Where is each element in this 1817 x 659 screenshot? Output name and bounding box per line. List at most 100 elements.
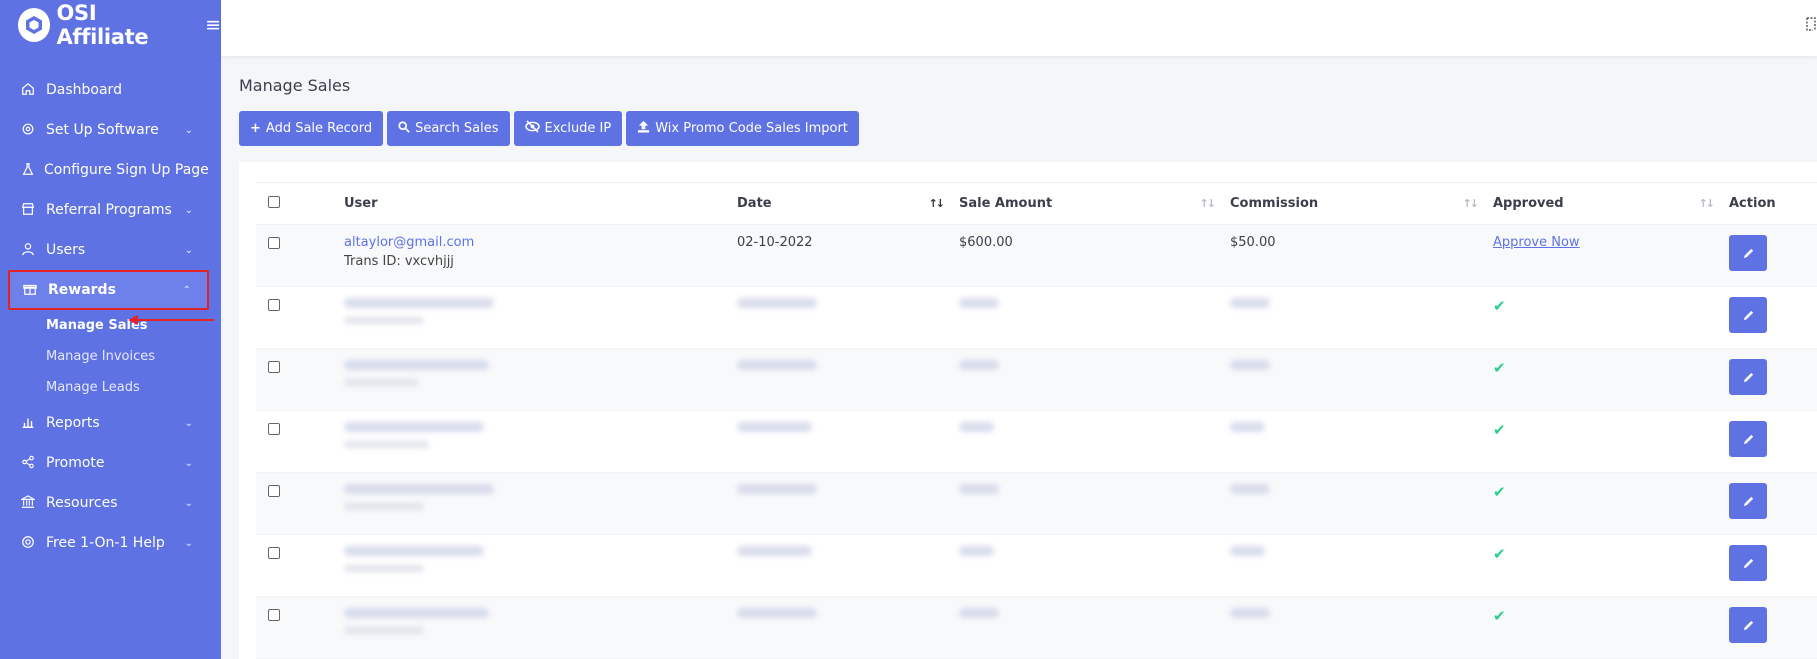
approved-check-icon: ✔ [1493,359,1506,377]
sidebar-item-free-help[interactable]: Free 1-On-1 Help ⌄ [0,523,221,563]
sales-table: User Date ↑↓ Sale Amount ↑↓ Commission ↑↓ A… [256,182,1817,659]
blurred-amount [959,484,999,494]
sidebar-item-promote[interactable]: Promote ⌄ [0,443,221,483]
top-bar [221,0,1817,56]
blurred-user [344,298,494,308]
wix-import-button[interactable]: Wix Promo Code Sales Import [626,111,859,146]
sidebar-item-label: Reports [46,415,100,431]
fullscreen-icon[interactable] [1805,14,1817,34]
row-checkbox[interactable] [268,361,280,373]
sidebar-item-users[interactable]: Users ⌄ [0,230,221,270]
row-checkbox[interactable] [268,547,280,559]
logo-icon [18,8,51,42]
blurred-amount [959,298,999,308]
blurred-user [344,608,489,618]
sidebar-item-set-up-software[interactable]: Set Up Software ⌄ [0,110,221,150]
brand-name: OSI Affiliate [56,1,149,49]
user-email-link[interactable]: altaylor@gmail.com [344,235,737,250]
table-header-row: User Date ↑↓ Sale Amount ↑↓ Commission ↑↓ A… [256,182,1817,225]
select-all-checkbox[interactable] [268,195,280,208]
edit-button[interactable] [1729,235,1767,271]
edit-button[interactable] [1729,545,1767,581]
gift-icon [23,282,39,298]
sidebar-subitem-manage-leads[interactable]: Manage Leads [0,372,221,403]
sort-icon: ↑↓ [1199,197,1217,210]
page-title: Manage Sales [239,76,351,95]
edit-button[interactable] [1729,297,1767,333]
table-row: ✔ [256,410,1817,473]
pencil-icon [1743,310,1753,320]
sidebar-item-label: Dashboard [46,82,122,98]
sidebar-item-configure-sign-up-page[interactable]: Configure Sign Up Page [0,150,221,190]
gear-icon [21,122,37,138]
sidebar-item-resources[interactable]: Resources ⌄ [0,483,221,523]
row-checkbox[interactable] [268,423,280,435]
sidebar-item-dashboard[interactable]: Dashboard [0,70,221,110]
home-icon [21,82,37,98]
sort-icon: ↑↓ [1462,197,1480,210]
blurred-date [737,608,817,618]
search-sales-button[interactable]: Search Sales [387,111,510,146]
chevron-down-icon: ⌄ [184,244,193,256]
user-icon [21,242,37,258]
lifebuoy-icon [21,535,37,551]
table-row: ✔ [256,286,1817,349]
sidebar-item-label: Free 1-On-1 Help [46,535,165,551]
exclude-ip-button[interactable]: Exclude IP [513,111,623,146]
edit-button[interactable] [1729,421,1767,457]
column-header-approved[interactable]: Approved ↑↓ [1493,182,1729,225]
pencil-icon [1743,558,1753,568]
pencil-icon [1743,372,1753,382]
pencil-icon [1743,620,1753,630]
chevron-down-icon: ⌄ [184,204,193,216]
search-icon [398,120,410,137]
sidebar: OSI Affiliate ≡ Dashboard Set Up Softwar… [0,0,221,659]
row-checkbox[interactable] [268,237,280,249]
sidebar-item-label: Set Up Software [46,122,159,138]
chevron-down-icon: ⌄ [184,537,193,549]
blurred-commission [1230,484,1270,494]
column-header-date[interactable]: Date ↑↓ [737,182,959,225]
blurred-trans-id [344,379,419,386]
sale-date: 02-10-2022 [737,224,959,287]
hamburger-menu-icon[interactable]: ≡ [205,14,221,36]
approve-now-link[interactable]: Approve Now [1493,235,1580,250]
edit-button[interactable] [1729,483,1767,519]
row-checkbox[interactable] [268,485,280,497]
table-row: ✔ [256,534,1817,597]
blurred-date [737,546,812,556]
share-icon [21,455,37,471]
blurred-trans-id [344,317,424,324]
sidebar-item-rewards[interactable]: Rewards ⌃ [8,270,209,310]
edit-button[interactable] [1729,359,1767,395]
sidebar-item-reports[interactable]: Reports ⌄ [0,403,221,443]
table-row: ✔ [256,348,1817,411]
blurred-trans-id [344,441,429,448]
sort-icon: ↑↓ [1698,197,1716,210]
row-checkbox[interactable] [268,609,280,621]
blurred-date [737,360,817,370]
blurred-amount [959,546,994,556]
blurred-date [737,422,812,432]
approved-check-icon: ✔ [1493,297,1506,315]
red-arrow-annotation [128,315,214,325]
main-content: Manage Sales + Add Sale Record Search Sa… [239,72,1817,146]
chevron-down-icon: ⌄ [184,497,193,509]
blurred-date [737,484,817,494]
sidebar-item-label: Referral Programs [46,202,172,218]
table-row: altaylor@gmail.com Trans ID: vxcvhjjj 02… [256,224,1817,287]
sort-icon: ↑↓ [928,197,946,210]
row-checkbox[interactable] [268,299,280,311]
header-label: Date [737,196,772,211]
add-sale-record-button[interactable]: + Add Sale Record [239,111,384,146]
chart-icon [21,415,37,431]
edit-button[interactable] [1729,607,1767,643]
column-header-sale-amount[interactable]: Sale Amount ↑↓ [959,182,1230,225]
sidebar-item-referral-programs[interactable]: Referral Programs ⌄ [0,190,221,230]
column-header-commission[interactable]: Commission ↑↓ [1230,182,1493,225]
sidebar-item-label: Promote [46,455,105,471]
sidebar-subitem-manage-invoices[interactable]: Manage Invoices [0,341,221,372]
column-header-user[interactable]: User [344,182,737,225]
sidebar-item-label: Configure Sign Up Page [44,162,209,178]
approved-check-icon: ✔ [1493,421,1506,439]
